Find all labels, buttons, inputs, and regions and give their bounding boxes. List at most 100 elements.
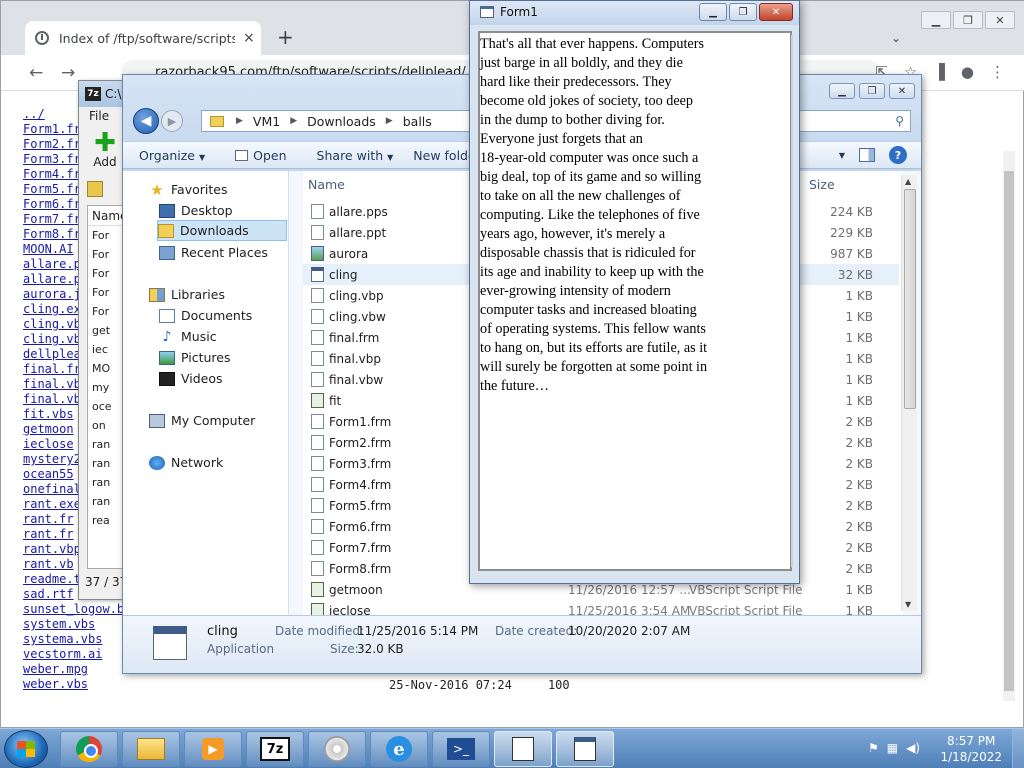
- file-row[interactable]: ieclose 11/25/2016 3:54 AM VBScript Script…: [303, 600, 899, 615]
- listing-link[interactable]: systema.vbs: [23, 632, 124, 647]
- maximize-button[interactable]: ❐: [953, 11, 983, 29]
- nav-my-computer[interactable]: My Computer: [149, 410, 255, 431]
- breadcrumb-separator-icon[interactable]: ▶: [290, 116, 297, 126]
- show-desktop-button[interactable]: [1012, 729, 1024, 768]
- taskbar-chrome[interactable]: [60, 731, 118, 767]
- taskbar-media-player[interactable]: ▶: [184, 731, 242, 767]
- clock[interactable]: 8:57 PM 1/18/2022: [940, 733, 1002, 765]
- list-item[interactable]: For: [88, 264, 126, 283]
- folder-up-icon[interactable]: [87, 181, 103, 197]
- nav-favorites[interactable]: ★ Favorites: [149, 179, 227, 200]
- share-with-button[interactable]: Share with ▼: [317, 148, 394, 163]
- list-item[interactable]: ran: [88, 492, 126, 511]
- forward-arrow-icon[interactable]: ▶: [161, 110, 183, 132]
- text-line: disposable chassis that is ridiculed for: [480, 245, 696, 261]
- list-item[interactable]: For: [88, 283, 126, 302]
- tab-close-icon[interactable]: ×: [243, 30, 255, 46]
- back-arrow-icon[interactable]: ◀: [133, 108, 159, 134]
- taskbar-explorer[interactable]: [122, 731, 180, 767]
- list-item[interactable]: For: [88, 245, 126, 264]
- list-item[interactable]: For: [88, 302, 126, 321]
- form1-titlebar[interactable]: Form1 ▁ ❐ ✕: [470, 1, 799, 25]
- help-icon[interactable]: ?: [889, 146, 907, 164]
- scroll-thumb[interactable]: [1004, 171, 1014, 691]
- size-column-header[interactable]: Size: [809, 177, 835, 192]
- list-item[interactable]: rea: [88, 511, 126, 530]
- view-options-chevron-icon[interactable]: ▼: [839, 151, 845, 160]
- nav-downloads[interactable]: Downloads: [157, 220, 287, 241]
- minimize-button[interactable]: ▁: [699, 3, 727, 21]
- organize-button[interactable]: Organize ▼: [139, 148, 205, 163]
- nav-network[interactable]: Network: [149, 452, 223, 473]
- breadcrumb-item[interactable]: VM1: [253, 114, 280, 129]
- new-folder-button[interactable]: New folde: [413, 148, 475, 163]
- nav-recent-places[interactable]: Recent Places: [159, 242, 268, 263]
- listing-link[interactable]: sunset_logow.b: [23, 602, 124, 617]
- taskbar-disc[interactable]: [308, 731, 366, 767]
- list-item[interactable]: my: [88, 378, 126, 397]
- scroll-thumb[interactable]: [904, 189, 916, 409]
- profile-icon[interactable]: ●: [961, 63, 974, 81]
- taskbar-7zip[interactable]: 7z: [246, 731, 304, 767]
- breadcrumb-separator-icon[interactable]: ▶: [236, 116, 243, 126]
- tab-search-icon[interactable]: ⌄: [891, 31, 901, 45]
- listing-link[interactable]: weber.mpg: [23, 662, 124, 677]
- nav-libraries[interactable]: Libraries: [149, 284, 225, 305]
- list-item[interactable]: oce: [88, 397, 126, 416]
- listing-link[interactable]: weber.vbs: [23, 677, 124, 692]
- maximize-button[interactable]: ❐: [859, 83, 885, 99]
- side-panel-icon[interactable]: ▐: [933, 63, 945, 81]
- nav-documents[interactable]: Documents: [159, 305, 252, 326]
- scroll-up-icon[interactable]: ▲: [905, 177, 911, 186]
- browser-tab[interactable]: Index of /ftp/software/scripts/del ×: [25, 21, 261, 55]
- browser-scrollbar[interactable]: [1003, 151, 1015, 701]
- close-button[interactable]: ✕: [889, 83, 915, 99]
- nav-desktop[interactable]: Desktop: [159, 200, 233, 221]
- form1-scrollbar[interactable]: [791, 35, 793, 567]
- list-item[interactable]: MO: [88, 359, 126, 378]
- minimize-button[interactable]: ▁: [921, 11, 951, 29]
- file-list-scrollbar[interactable]: ▲ ▼: [901, 175, 917, 611]
- scroll-down-icon[interactable]: ▼: [905, 600, 911, 609]
- list-item[interactable]: on: [88, 416, 126, 435]
- taskbar-document[interactable]: [494, 731, 552, 767]
- network-icon[interactable]: ▦: [887, 741, 898, 755]
- listing-link[interactable]: vecstorm.ai: [23, 647, 124, 662]
- search-icon[interactable]: ⚲: [895, 114, 904, 128]
- list-item[interactable]: ran: [88, 435, 126, 454]
- name-column-header[interactable]: Name: [308, 177, 345, 192]
- listing-link[interactable]: system.vbs: [23, 617, 124, 632]
- system-tray: ⚑ ▦ ◀) 8:57 PM 1/18/2022: [864, 729, 1024, 768]
- nav-pictures[interactable]: Pictures: [159, 347, 231, 368]
- nav-music[interactable]: ♪ Music: [159, 326, 217, 347]
- open-button[interactable]: Open: [235, 148, 287, 163]
- flag-icon[interactable]: ⚑: [868, 741, 879, 755]
- breadcrumb-item[interactable]: Downloads: [307, 114, 376, 129]
- breadcrumb-separator-icon[interactable]: ▶: [386, 116, 393, 126]
- sevenzip-add-button[interactable]: ✚ Add: [89, 130, 121, 169]
- taskbar-powershell[interactable]: >_: [432, 731, 490, 767]
- list-item[interactable]: iec: [88, 340, 126, 359]
- new-tab-button[interactable]: +: [277, 25, 294, 49]
- file-icon: [311, 330, 324, 345]
- list-item[interactable]: get: [88, 321, 126, 340]
- minimize-button[interactable]: ▁: [829, 83, 855, 99]
- maximize-button[interactable]: ❐: [729, 3, 757, 21]
- forward-button[interactable]: →: [61, 63, 75, 83]
- taskbar-ie[interactable]: e: [370, 731, 428, 767]
- list-item[interactable]: ran: [88, 454, 126, 473]
- back-button[interactable]: ←: [29, 63, 43, 83]
- file-icon: [311, 204, 324, 219]
- list-item[interactable]: ran: [88, 473, 126, 492]
- taskbar-form1[interactable]: [556, 731, 614, 767]
- nav-videos[interactable]: Videos: [159, 368, 223, 389]
- preview-pane-icon[interactable]: [859, 148, 875, 162]
- close-button[interactable]: ✕: [759, 3, 793, 21]
- close-button[interactable]: ✕: [985, 11, 1015, 29]
- volume-icon[interactable]: ◀): [906, 741, 920, 755]
- menu-icon[interactable]: ⋮: [990, 63, 1005, 81]
- breadcrumb-item[interactable]: balls: [403, 114, 432, 129]
- name-column-header[interactable]: Name: [88, 206, 127, 226]
- list-item[interactable]: For: [88, 226, 126, 245]
- start-button[interactable]: [4, 730, 48, 768]
